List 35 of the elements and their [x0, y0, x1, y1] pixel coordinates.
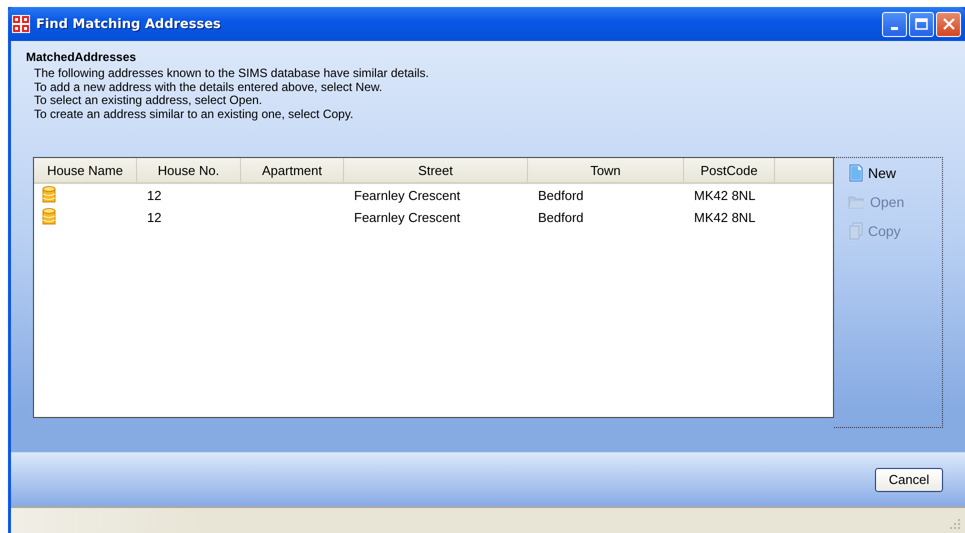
table-cell-text: Fearnley Crescent — [353, 188, 462, 202]
minimize-button[interactable] — [882, 12, 907, 36]
document-icon — [848, 164, 864, 182]
column-header[interactable]: PostCode — [684, 158, 775, 182]
table-cell-text: Fearnley Crescent — [353, 210, 462, 224]
resize-grip-icon — [949, 518, 961, 530]
copy-icon — [848, 222, 864, 240]
table-cell-text: 12 — [146, 210, 162, 224]
close-icon — [942, 18, 954, 30]
table-cell-text: Bedford — [537, 210, 585, 224]
table-cell-text: MK42 8NL — [693, 210, 756, 224]
database-icon — [42, 186, 56, 204]
column-header[interactable]: House No. — [137, 158, 241, 182]
table-cell-text: MK42 8NL — [693, 188, 756, 202]
database-icon — [42, 208, 56, 226]
app-icon — [12, 15, 30, 33]
column-header[interactable]: House Name — [34, 158, 137, 182]
column-header[interactable]: Town — [528, 158, 684, 182]
minimize-icon — [891, 26, 898, 30]
instruction-text: The following addresses known to the SIMS database have similar details. — [33, 67, 430, 80]
close-button[interactable] — [936, 12, 961, 36]
instruction-text: To add a new address with the details entered above, select New. — [33, 80, 384, 94]
maximize-icon — [915, 18, 928, 30]
cancel-button[interactable]: Cancel — [875, 468, 943, 492]
folder-icon — [848, 194, 866, 210]
maximize-button[interactable] — [909, 12, 934, 36]
column-header[interactable]: Apartment — [241, 158, 344, 182]
column-header[interactable]: Street — [344, 158, 528, 182]
table-cell-text: 12 — [146, 188, 162, 202]
instruction-text: To create an address similar to an existing one, select Copy. — [33, 108, 354, 121]
window-title: Find Matching Addresses — [36, 16, 221, 32]
table-cell-text: Bedford — [537, 188, 585, 202]
section-title: MatchedAddresses — [26, 50, 138, 64]
action-button[interactable]: New — [848, 162, 896, 184]
instruction-text: To select an existing address, select Open. — [33, 94, 264, 108]
